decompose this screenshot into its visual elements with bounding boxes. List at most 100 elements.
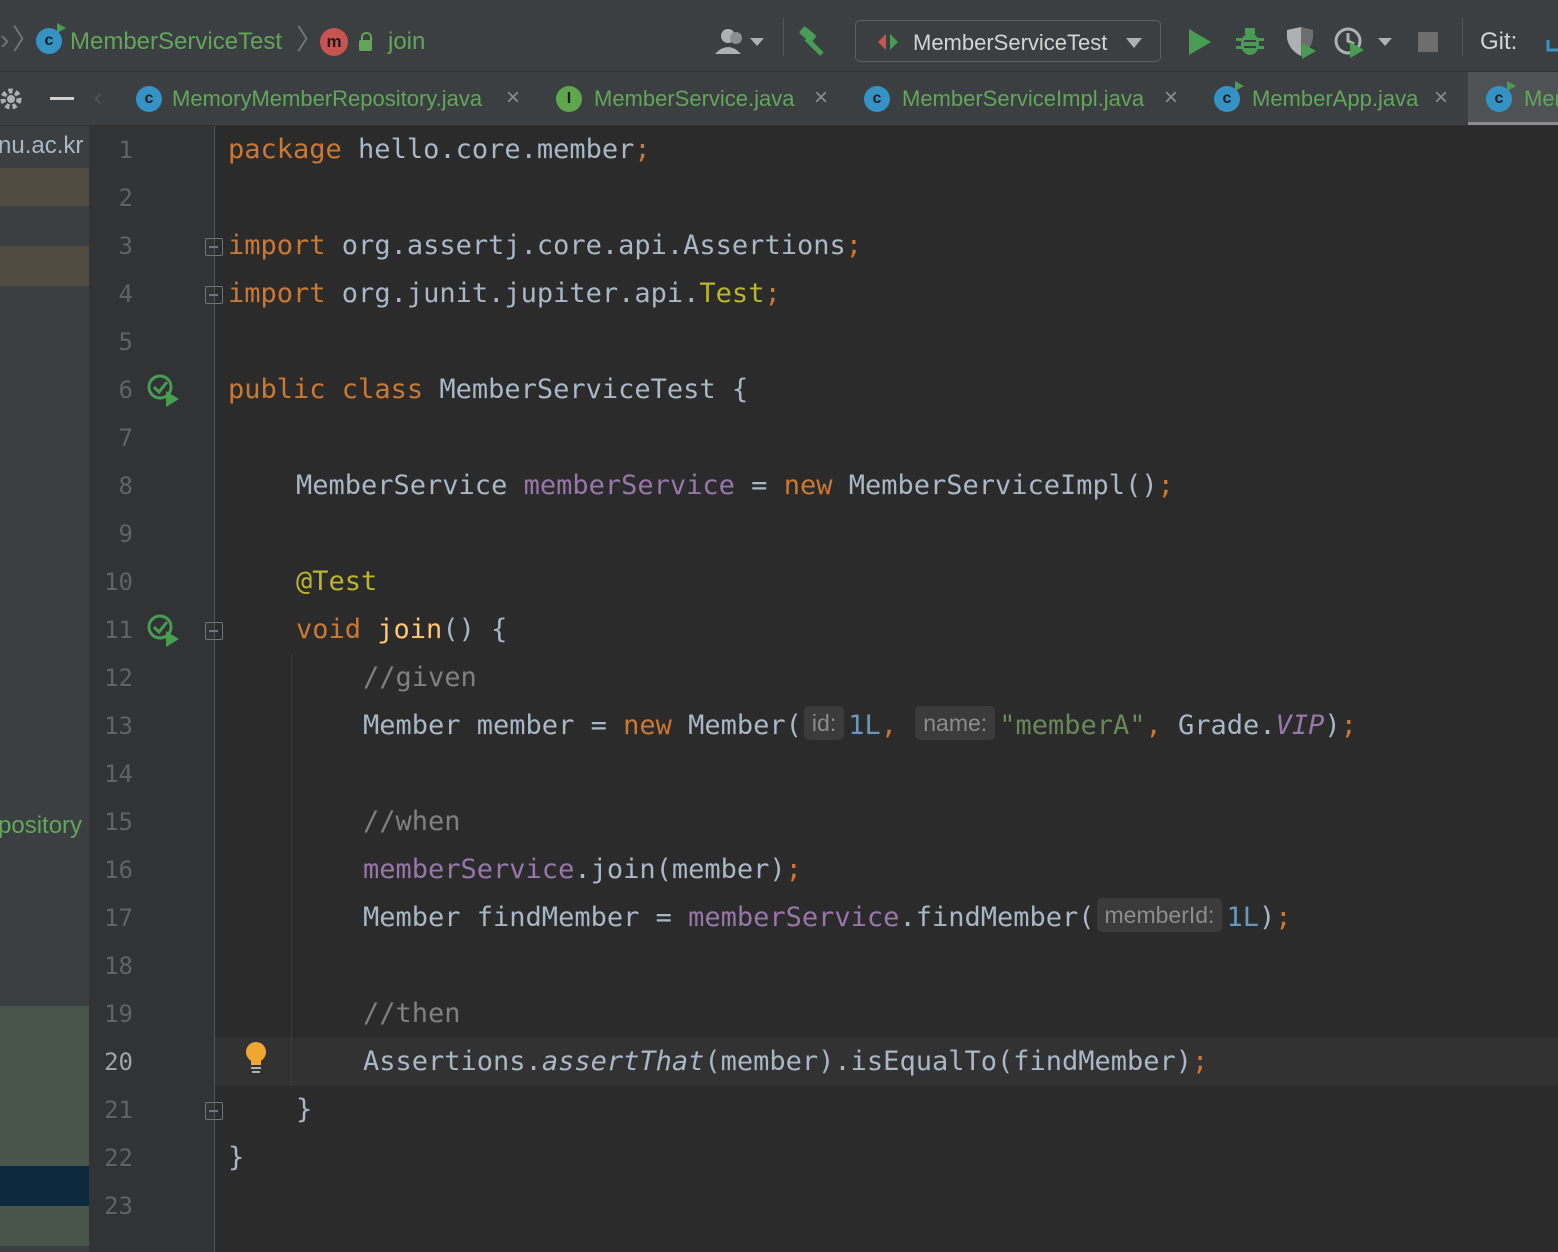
run-test-icon[interactable] xyxy=(146,373,180,407)
stop-icon[interactable] xyxy=(1418,32,1438,52)
line-number: 12 xyxy=(104,664,133,692)
minimize-icon[interactable] xyxy=(50,97,74,100)
fold-icon[interactable] xyxy=(205,286,223,304)
tab-member-service-impl[interactable]: c MemberServiceImpl.java × xyxy=(850,72,1200,125)
parameter-hint: id: xyxy=(803,706,845,740)
code-line-21: } xyxy=(296,1094,313,1125)
profile-icon[interactable] xyxy=(1334,26,1394,60)
line-number: 17 xyxy=(104,904,133,932)
project-tree-item[interactable]: pository xyxy=(0,812,82,840)
tree-selected-item[interactable] xyxy=(0,1166,89,1206)
method-icon: m xyxy=(320,28,348,56)
code-line-10: @Test xyxy=(296,566,378,597)
tab-label: MemberServiceImpl.java xyxy=(902,86,1145,111)
gear-icon[interactable] xyxy=(0,87,26,111)
line-number: 19 xyxy=(104,1000,133,1028)
toolbar-separator xyxy=(1462,18,1463,56)
code-line-6: public class MemberServiceTest { xyxy=(228,374,749,405)
scroll-left-icon[interactable]: ‹ xyxy=(94,84,102,112)
tree-highlight xyxy=(0,1206,89,1246)
line-number: 18 xyxy=(104,952,133,980)
tree-highlight xyxy=(0,246,89,286)
interface-icon: I xyxy=(556,86,582,112)
class-icon: c xyxy=(864,86,890,112)
project-tree-item[interactable]: nu.ac.kr xyxy=(0,132,83,160)
run-icon[interactable] xyxy=(1189,29,1211,55)
close-icon[interactable]: × xyxy=(814,84,828,112)
line-number: 1 xyxy=(118,136,133,164)
code-line-3: import org.assertj.core.api.Assertions; xyxy=(228,230,862,261)
run-configuration-dropdown[interactable]: MemberServiceTest xyxy=(855,20,1161,62)
line-number: 22 xyxy=(104,1144,133,1172)
line-number: 16 xyxy=(104,856,133,884)
line-number: 8 xyxy=(118,472,133,500)
code-line-16: memberService.join(member); xyxy=(363,854,802,885)
code-line-4: import org.junit.jupiter.api.Test; xyxy=(228,278,781,309)
code-line-8: MemberService memberService = new Member… xyxy=(296,470,1174,501)
tab-label: MemberApp.java xyxy=(1252,86,1419,111)
close-icon[interactable]: × xyxy=(1434,84,1448,112)
close-icon[interactable]: × xyxy=(1164,84,1178,112)
class-icon: c xyxy=(136,86,162,112)
breadcrumb-class[interactable]: MemberServiceTest xyxy=(70,28,282,56)
tree-highlight xyxy=(0,168,89,206)
line-number: 4 xyxy=(118,280,133,308)
code-line-13: Member member = new Member(id: 1L, name: "… xyxy=(363,702,1357,750)
code-line-11: void join() { xyxy=(296,614,508,645)
code-line-17: Member findMember = memberService.findMe… xyxy=(363,894,1292,942)
line-number: 9 xyxy=(118,520,133,548)
editor-tab-bar: ‹ c MemoryMemberRepository.java × I Memb… xyxy=(0,72,1558,126)
line-number: 5 xyxy=(118,328,133,356)
tab-label: MemberService.java xyxy=(594,86,795,111)
run-test-icon[interactable] xyxy=(146,613,180,647)
tab-member-service[interactable]: I MemberService.java × xyxy=(542,72,850,125)
breadcrumb-method[interactable]: join xyxy=(388,28,425,56)
class-icon: c xyxy=(36,23,66,54)
project-panel: nu.ac.kr pository xyxy=(0,126,89,1252)
line-number: 6 xyxy=(118,376,133,404)
line-number: 23 xyxy=(104,1192,133,1220)
indent-guide xyxy=(291,654,292,1086)
code-line-20: Assertions.assertThat(member).isEqualTo(… xyxy=(363,1046,1209,1077)
debug-icon[interactable] xyxy=(1234,26,1266,58)
code-line-12: //given xyxy=(363,662,477,693)
navigation-toolbar: › 〉 c MemberServiceTest 〉 m join MemberS… xyxy=(0,0,1558,72)
tab-label: Mem xyxy=(1524,86,1558,111)
line-number: 15 xyxy=(104,808,133,836)
line-number: 7 xyxy=(118,424,133,452)
fold-icon[interactable] xyxy=(205,238,223,256)
line-number: 3 xyxy=(118,232,133,260)
coverage-icon[interactable] xyxy=(1284,26,1318,60)
code-line-19: //then xyxy=(363,998,461,1029)
tab-label: MemoryMemberRepository.java xyxy=(172,86,483,111)
line-number: 14 xyxy=(104,760,133,788)
class-icon: c xyxy=(1486,81,1516,112)
code-line-1: package hello.core.member; xyxy=(228,134,651,165)
parameter-hint: name: xyxy=(915,706,996,740)
build-hammer-icon[interactable] xyxy=(798,26,832,58)
tree-highlight xyxy=(0,1006,89,1166)
run-configuration-label: MemberServiceTest xyxy=(913,30,1108,55)
toolbar-separator xyxy=(783,18,784,56)
parameter-hint: memberId: xyxy=(1096,898,1223,932)
line-number: 11 xyxy=(104,616,133,644)
git-label: Git: xyxy=(1480,28,1518,55)
line-number: 13 xyxy=(104,712,133,740)
line-number: 20 xyxy=(104,1048,133,1076)
lightbulb-icon[interactable] xyxy=(244,1040,270,1074)
chevron-down-icon xyxy=(1126,38,1142,48)
fold-icon[interactable] xyxy=(205,622,223,640)
git-update-icon[interactable] xyxy=(1546,38,1558,54)
line-number: 2 xyxy=(118,184,133,212)
tab-memory-member-repository[interactable]: c MemoryMemberRepository.java × xyxy=(120,72,542,125)
line-number: 21 xyxy=(104,1096,133,1124)
fold-icon[interactable] xyxy=(205,1102,223,1120)
close-icon[interactable]: × xyxy=(506,84,520,112)
tab-member-service-test[interactable]: c Mem xyxy=(1468,72,1558,125)
tab-member-app[interactable]: c MemberApp.java × xyxy=(1200,72,1468,125)
user-icon[interactable] xyxy=(714,28,766,58)
code-line-15: //when xyxy=(363,806,461,837)
lock-icon xyxy=(359,32,372,51)
line-number: 10 xyxy=(104,568,133,596)
breadcrumb-separator: › xyxy=(0,24,10,55)
